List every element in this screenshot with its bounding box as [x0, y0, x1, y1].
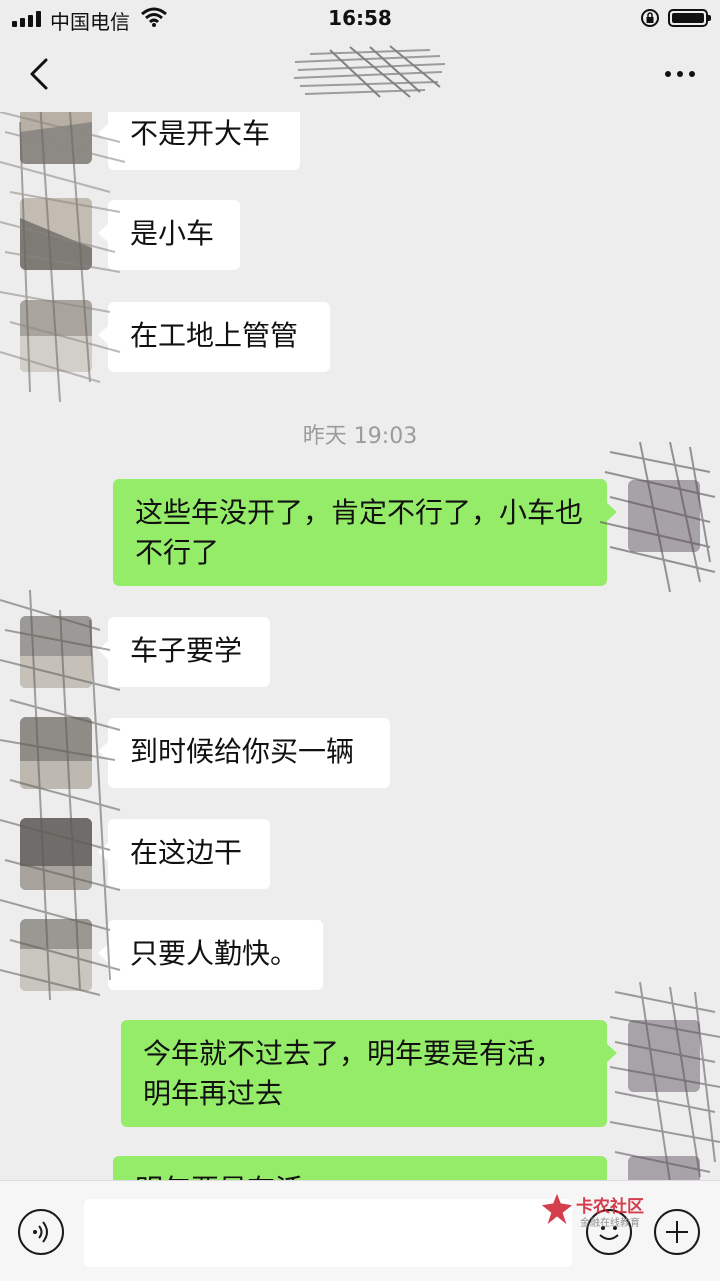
- message-bubble-incoming[interactable]: 到时候给你买一辆: [98, 718, 390, 788]
- message-input[interactable]: [84, 1199, 572, 1267]
- watermark: 卡农社区 金融在线教育: [540, 1190, 660, 1230]
- battery-icon: [668, 9, 711, 27]
- message-bubble-outgoing[interactable]: 这些年没开了，肯定不行了，小车也不行了: [113, 479, 617, 586]
- voice-button[interactable]: [18, 1209, 64, 1255]
- message-bubble-outgoing[interactable]: 明年要是有活，…: [113, 1156, 607, 1180]
- watermark-logo-icon: [541, 1193, 573, 1225]
- message-bubble-incoming[interactable]: 在工地上管管: [98, 302, 330, 372]
- contact-avatar[interactable]: [20, 198, 92, 270]
- more-icon[interactable]: [660, 56, 700, 92]
- my-avatar[interactable]: [628, 1156, 700, 1180]
- my-avatar[interactable]: [628, 480, 700, 552]
- contact-avatar[interactable]: [20, 112, 92, 164]
- orientation-lock-icon: [641, 9, 659, 27]
- voice-icon: [33, 1221, 48, 1243]
- back-icon[interactable]: [20, 54, 60, 94]
- plus-icon: [666, 1221, 688, 1243]
- contact-avatar[interactable]: [20, 919, 92, 991]
- chat-area[interactable]: 不是开大车 是小车 在工地上管管 昨天 19:03 这些年没开了，肯定不行了，小…: [0, 112, 720, 1180]
- contact-avatar[interactable]: [20, 818, 92, 890]
- message-timestamp: 昨天 19:03: [302, 424, 418, 449]
- message-bubble-outgoing[interactable]: 今年就不过去了，明年要是有活，明年再过去: [121, 1020, 617, 1127]
- message-bubble-incoming[interactable]: 只要人勤快。: [98, 920, 323, 990]
- contact-avatar[interactable]: [20, 616, 92, 688]
- message-bubble-incoming[interactable]: 在这边干: [98, 819, 270, 889]
- status-bar: 中国电信 16:58: [0, 0, 720, 36]
- my-avatar[interactable]: [628, 1020, 700, 1092]
- message-bubble-incoming[interactable]: 是小车: [98, 200, 240, 270]
- message-bubble-incoming[interactable]: 不是开大车: [98, 112, 300, 170]
- contact-avatar[interactable]: [20, 300, 92, 372]
- status-time: 16:58: [328, 6, 392, 30]
- plus-button[interactable]: [654, 1209, 700, 1255]
- message-bubble-incoming[interactable]: 车子要学: [98, 617, 270, 687]
- watermark-subtitle: 金融在线教育: [580, 1218, 640, 1229]
- redacted-contact-name: [293, 45, 446, 98]
- contact-avatar[interactable]: [20, 717, 92, 789]
- nav-bar: [0, 36, 720, 112]
